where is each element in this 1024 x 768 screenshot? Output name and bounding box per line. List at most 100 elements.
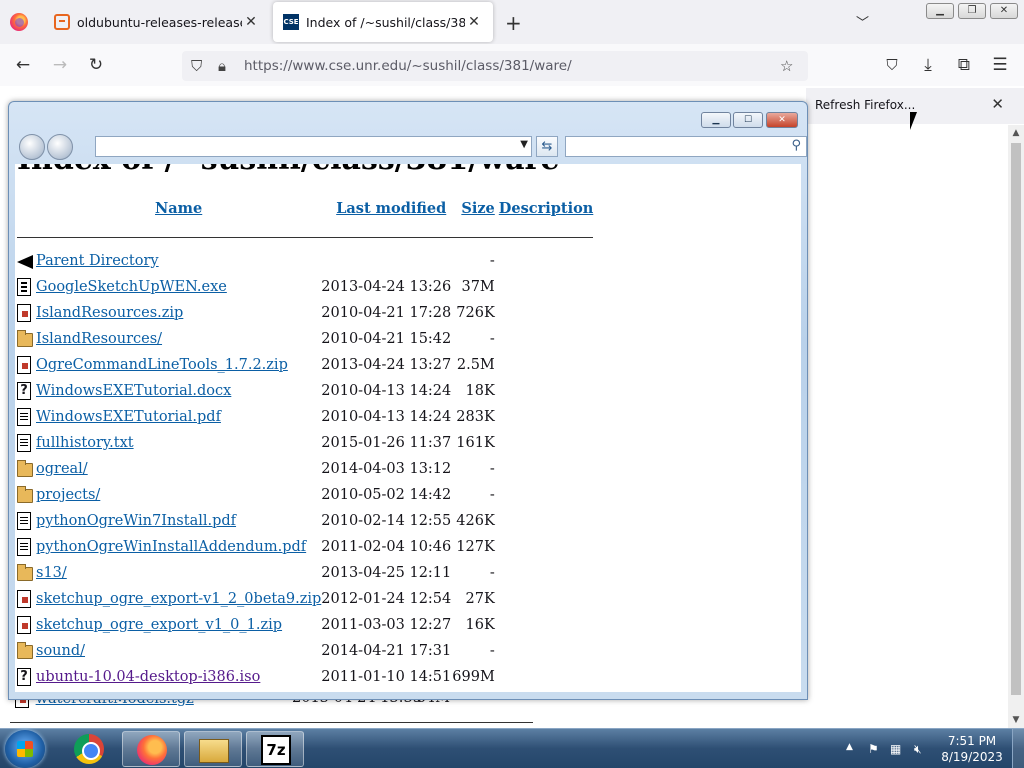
table-row: s13/2013-04-25 12:11 - xyxy=(17,560,593,586)
table-row: sketchup_ogre_export_v1_0_1.zip 2011-03-0… xyxy=(17,612,593,638)
last-modified: 2011-01-10 14:51 xyxy=(321,669,452,685)
action-center-flag-icon[interactable]: ⚑ xyxy=(868,742,879,756)
table-row: pythonOgreWin7Install.pdf 2010-02-14 12:5… xyxy=(17,508,593,534)
firefox-logo-icon[interactable] xyxy=(10,13,28,31)
file-link[interactable]: ubuntu-10.04-desktop-i386.iso xyxy=(36,669,260,685)
popup-maximize-button[interactable]: ☐ xyxy=(733,112,763,128)
file-link[interactable]: projects/ xyxy=(36,487,100,503)
ie-popup-window[interactable]: ▁ ☐ ✕ ▼ ⇆ ⚲ Index of /~sushil/class/381/… xyxy=(8,101,808,700)
file-link[interactable]: IslandResources/ xyxy=(36,331,162,347)
back-arrow-icon xyxy=(17,253,33,269)
new-tab-button[interactable]: + xyxy=(505,11,522,35)
file-link[interactable]: GoogleSketchUpWEN.exe xyxy=(36,279,227,295)
tab-title: Index of /~sushil/class/381/wa xyxy=(306,14,465,30)
file-link[interactable]: OgreCommandLineTools_1.7.2.zip xyxy=(36,357,288,373)
lock-icon[interactable]: 🔒︎ xyxy=(218,57,226,75)
file-size: - xyxy=(489,253,495,269)
clock[interactable]: 7:51 PM 8/19/2023 xyxy=(938,733,1006,765)
popup-minimize-button[interactable]: ▁ xyxy=(701,112,731,128)
forward-arrow-icon[interactable]: → xyxy=(47,52,73,78)
scroll-down-arrow-icon[interactable]: ▼ xyxy=(1008,715,1024,725)
shield-icon[interactable]: ⛉ xyxy=(191,57,202,75)
search-icon[interactable]: ⚲ xyxy=(791,138,801,153)
scrollbar-thumb[interactable] xyxy=(1011,143,1021,695)
reload-icon[interactable]: ↻ xyxy=(83,52,109,78)
close-tab-icon[interactable]: ✕ xyxy=(242,14,260,30)
navigation-toolbar: ← → ↻ ⛉ 🔒︎ https://www.cse.unr.edu/~sush… xyxy=(0,44,1024,86)
close-notification-icon[interactable]: ✕ xyxy=(991,95,1004,113)
sort-by-description-link[interactable]: Description xyxy=(499,200,594,217)
ie-back-icon[interactable] xyxy=(19,134,45,160)
bookmark-star-icon[interactable]: ☆ xyxy=(780,57,793,75)
ie-forward-icon[interactable] xyxy=(47,134,73,160)
restore-button[interactable]: ❐ xyxy=(958,3,986,19)
start-button[interactable] xyxy=(5,730,45,768)
taskbar-7zip[interactable]: 7z xyxy=(246,731,304,767)
popup-close-button[interactable]: ✕ xyxy=(766,112,798,128)
table-row: IslandResources/2010-04-21 15:42 - xyxy=(17,326,593,352)
file-link[interactable]: WindowsEXETutorial.docx xyxy=(36,383,231,399)
sort-by-size-link[interactable]: Size xyxy=(461,200,494,217)
close-tab-icon[interactable]: ✕ xyxy=(465,14,483,30)
file-size: 2.5M xyxy=(456,357,495,373)
last-modified: 2012-01-24 12:54 xyxy=(321,591,452,607)
last-modified: 2010-04-13 14:24 xyxy=(321,409,452,425)
menu-hamburger-icon[interactable]: ☰ xyxy=(987,52,1013,78)
downloads-icon[interactable]: ⤓ xyxy=(915,52,941,78)
table-row: IslandResources.zip 2010-04-21 17:28 726K xyxy=(17,300,593,326)
file-link[interactable]: sketchup_ogre_export-v1_2_0beta9.zip xyxy=(36,591,321,607)
table-row: sound/2014-04-21 17:31 - xyxy=(17,638,593,664)
tab-index-of[interactable]: CSE Index of /~sushil/class/381/wa ✕ xyxy=(273,2,493,42)
url-text[interactable]: https://www.cse.unr.edu/~sushil/class/38… xyxy=(244,58,572,74)
chrome-icon xyxy=(74,734,104,764)
file-link[interactable]: pythonOgreWin7Install.pdf xyxy=(36,513,236,529)
pocket-icon[interactable]: ⛉ xyxy=(879,52,905,78)
taskbar-firefox[interactable] xyxy=(122,731,180,767)
sort-by-name-link[interactable]: Name xyxy=(155,200,202,217)
file-link[interactable]: sound/ xyxy=(36,643,85,659)
show-desktop-button[interactable] xyxy=(1012,729,1024,768)
last-modified: 2013-04-24 13:26 xyxy=(321,279,452,295)
extensions-puzzle-icon[interactable]: ⧉ xyxy=(951,52,977,78)
taskbar-explorer[interactable] xyxy=(184,731,242,767)
minimize-button[interactable]: ▁ xyxy=(926,3,954,19)
footer-divider xyxy=(10,722,533,723)
file-link[interactable]: WindowsEXETutorial.pdf xyxy=(36,409,221,425)
file-link[interactable]: Parent Directory xyxy=(36,253,159,269)
system-tray: ▲ ⚑ ▦ 🔇︎ 7:51 PM 8/19/2023 xyxy=(838,729,1024,768)
table-row: projects/2010-05-02 14:42 - xyxy=(17,482,593,508)
scroll-up-arrow-icon[interactable]: ▲ xyxy=(1008,128,1024,138)
list-all-tabs-chevron-down-icon[interactable]: ﹀ xyxy=(856,12,869,31)
file-size: - xyxy=(489,643,495,659)
listing-rows: Parent Directory - GoogleSketchUpWEN.exe 20… xyxy=(17,248,593,690)
file-size: 27K xyxy=(465,591,495,607)
file-link[interactable]: IslandResources.zip xyxy=(36,305,183,321)
network-icon[interactable]: ▦ xyxy=(890,742,901,756)
url-bar[interactable]: ⛉ 🔒︎ https://www.cse.unr.edu/~sushil/cla… xyxy=(182,51,808,81)
file-size: - xyxy=(489,461,495,477)
file-link[interactable]: sketchup_ogre_export_v1_0_1.zip xyxy=(36,617,282,633)
file-link[interactable]: fullhistory.txt xyxy=(36,435,134,451)
table-row: ogreal/2014-04-03 13:12 - xyxy=(17,456,593,482)
file-link[interactable]: ogreal/ xyxy=(36,461,88,477)
show-hidden-icons-arrow-icon[interactable]: ▲ xyxy=(846,742,853,752)
ie-address-input[interactable]: ▼ xyxy=(95,136,532,157)
last-modified: 2010-05-02 14:42 xyxy=(321,487,452,503)
file-link[interactable]: s13/ xyxy=(36,565,67,581)
file-link[interactable]: pythonOgreWinInstallAddendum.pdf xyxy=(36,539,306,555)
ie-search-input[interactable]: ⚲ xyxy=(565,136,807,157)
table-row: WindowsEXETutorial.pdf 2010-04-13 14:24 28… xyxy=(17,404,593,430)
address-dropdown-icon[interactable]: ▼ xyxy=(520,139,528,150)
refresh-firefox-button[interactable]: Refresh Firefox... xyxy=(815,98,915,112)
bracket-favicon-icon xyxy=(54,14,70,30)
sort-by-modified-link[interactable]: Last modified xyxy=(336,200,446,217)
last-modified: 2010-04-21 17:28 xyxy=(321,305,452,321)
ie-refresh-icon[interactable]: ⇆ xyxy=(536,136,558,157)
back-arrow-icon[interactable]: ← xyxy=(10,52,36,78)
volume-muted-icon[interactable]: 🔇︎ xyxy=(914,742,922,757)
taskbar-chrome[interactable] xyxy=(60,731,118,767)
tab-oldubuntu[interactable]: oldubuntu-releases-releases-10 ✕ xyxy=(44,0,270,44)
page-scrollbar[interactable]: ▲ ▼ xyxy=(1008,125,1024,728)
document-icon xyxy=(17,538,31,556)
close-window-button[interactable]: ✕ xyxy=(990,3,1018,19)
